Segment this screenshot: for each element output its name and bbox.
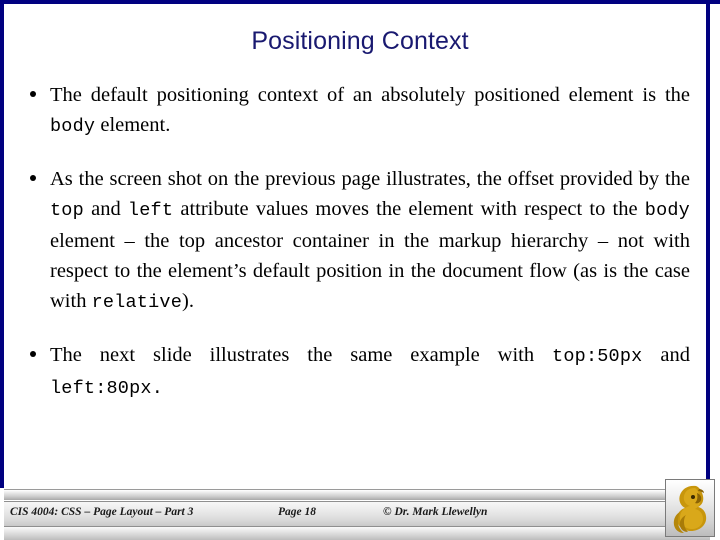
ucf-pegasus-logo-icon bbox=[665, 479, 715, 537]
bullet-item-1: The default positioning context of an ab… bbox=[22, 80, 690, 142]
slide-title: Positioning Context bbox=[251, 27, 469, 55]
inline-code: left:80px bbox=[50, 378, 152, 399]
slide-border-right bbox=[706, 0, 710, 488]
inline-code: body bbox=[50, 116, 96, 137]
inline-text: As the screen shot on the previous page … bbox=[50, 168, 690, 190]
slide-border-top bbox=[0, 0, 720, 4]
inline-code: left bbox=[127, 200, 174, 221]
bullet-marker-icon bbox=[30, 351, 36, 357]
bullet-text-3: The next slide illustrates the same exam… bbox=[50, 340, 690, 404]
inline-text: and bbox=[83, 198, 128, 220]
inline-text: ). bbox=[182, 290, 194, 312]
footer-bottom-bar bbox=[4, 527, 710, 540]
inline-code: top:50px bbox=[552, 346, 643, 367]
inline-code: body bbox=[644, 200, 690, 221]
inline-text: and bbox=[642, 344, 690, 366]
inline-code: relative bbox=[91, 292, 182, 313]
inline-code: top bbox=[50, 200, 84, 221]
inline-text: The default positioning context of an ab… bbox=[50, 84, 690, 106]
bullet-marker-icon bbox=[30, 91, 36, 97]
inline-text: The next slide illustrates the same exam… bbox=[50, 344, 553, 366]
footer-copyright: © Dr. Mark Llewellyn bbox=[383, 506, 488, 518]
slide-footer: CIS 4004: CSS – Page Layout – Part 3 Pag… bbox=[0, 488, 720, 540]
footer-accent-bar bbox=[4, 489, 710, 500]
bullet-text-1: The default positioning context of an ab… bbox=[50, 80, 690, 142]
slide-border-left bbox=[0, 0, 4, 488]
bullet-text-2: As the screen shot on the previous page … bbox=[50, 164, 690, 318]
footer-course-label: CIS 4004: CSS – Page Layout – Part 3 bbox=[10, 506, 194, 518]
inline-text: element. bbox=[95, 114, 171, 136]
slide: Positioning Context The default position… bbox=[0, 0, 720, 540]
bullet-item-3: The next slide illustrates the same exam… bbox=[22, 340, 690, 404]
footer-page-number: Page 18 bbox=[278, 506, 317, 518]
inline-code: . bbox=[151, 378, 164, 399]
slide-body: The default positioning context of an ab… bbox=[22, 80, 690, 404]
bullet-marker-icon bbox=[30, 175, 36, 181]
bullet-item-2: As the screen shot on the previous page … bbox=[22, 164, 690, 318]
inline-text: attribute values moves the element with … bbox=[173, 198, 645, 220]
